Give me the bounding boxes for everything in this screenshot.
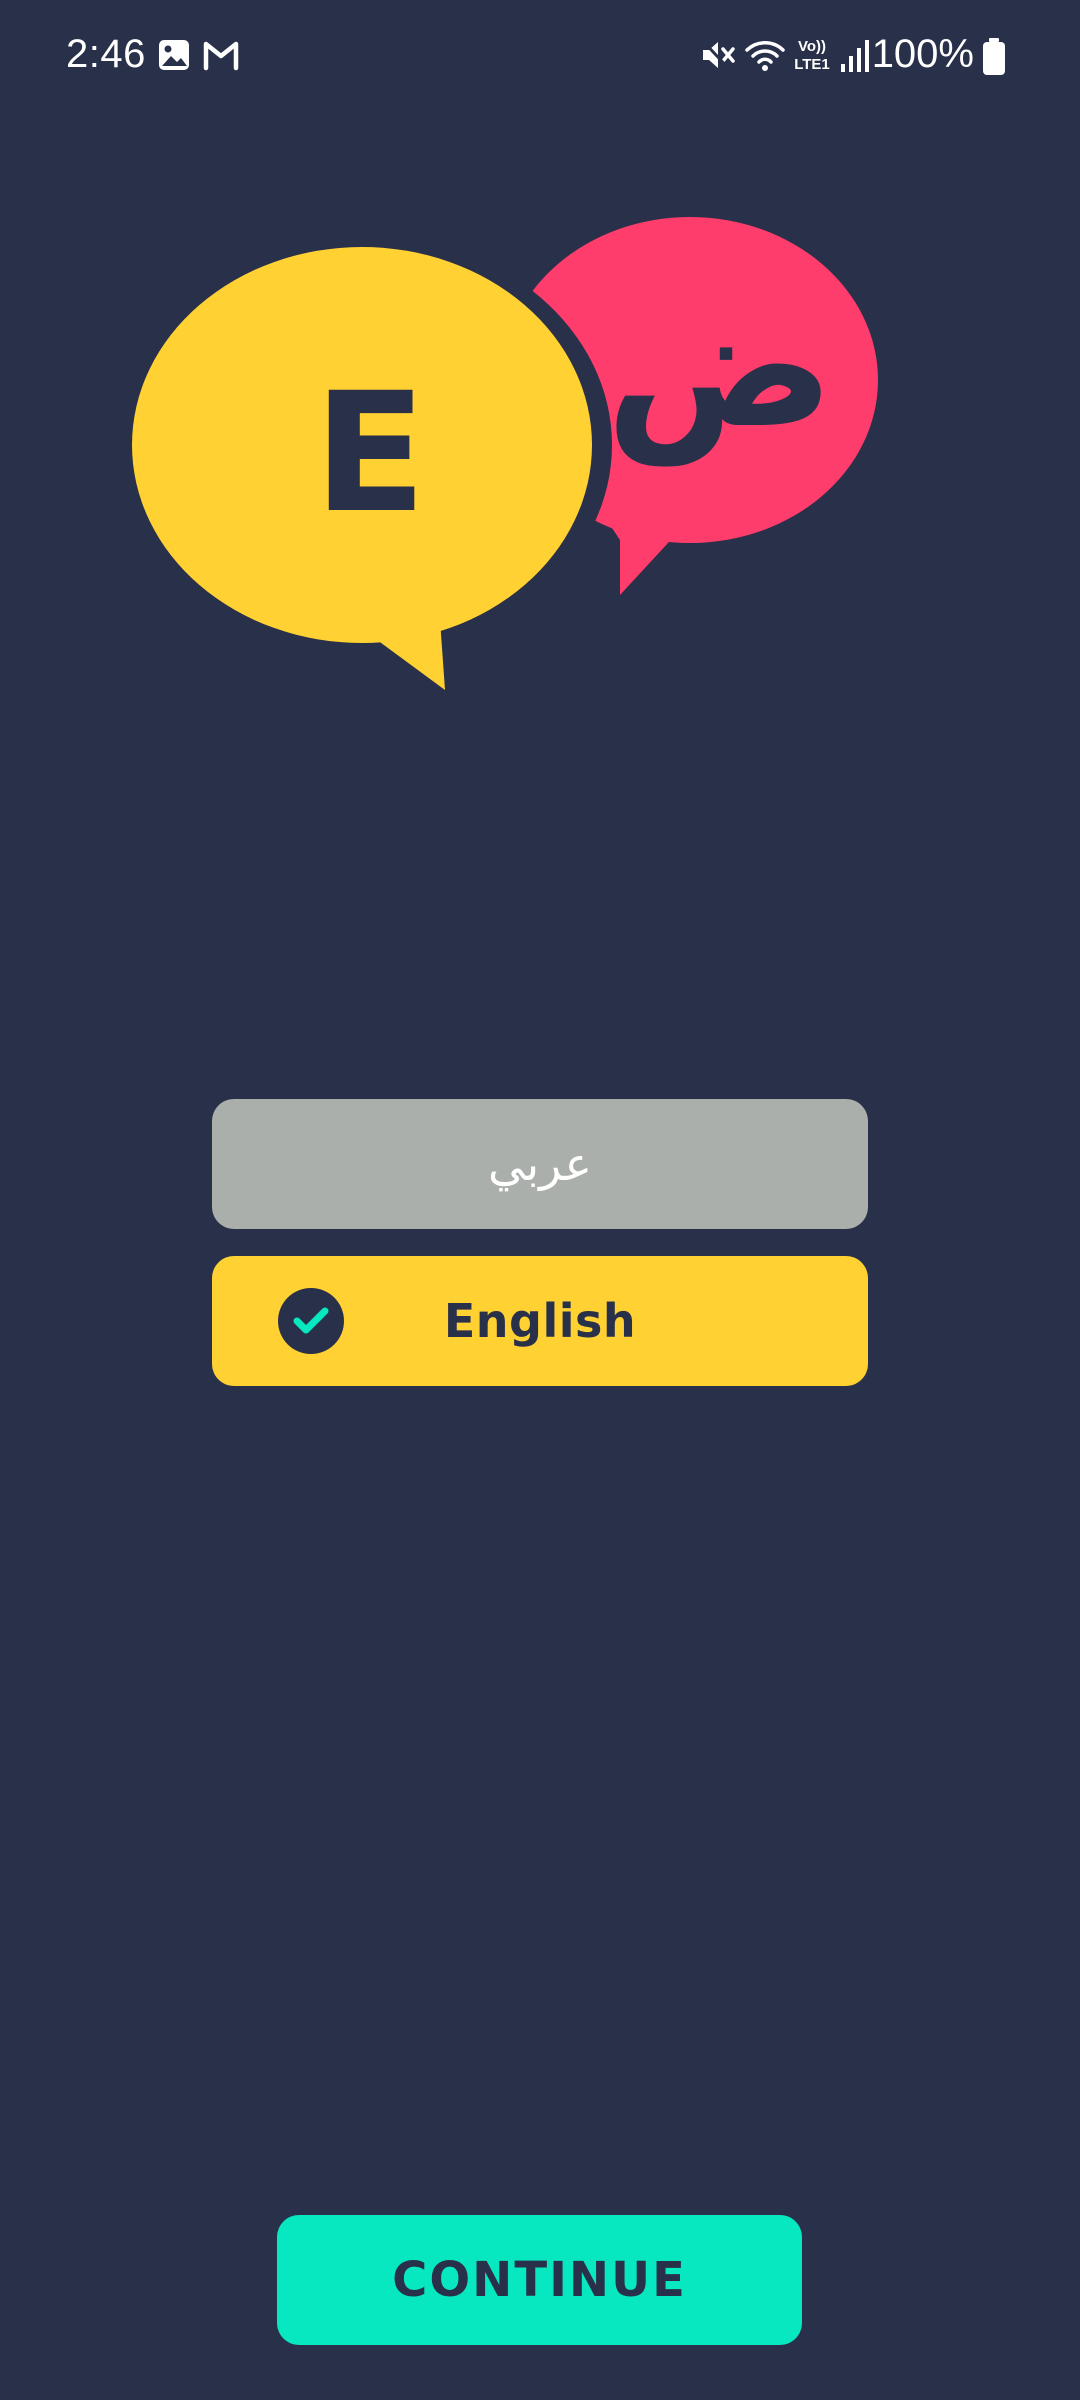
gallery-icon [159, 40, 189, 70]
language-option-label: عربي [488, 1137, 592, 1191]
language-option-arabic[interactable]: عربي [212, 1099, 868, 1229]
battery-icon [983, 38, 1005, 75]
gmail-icon [203, 41, 239, 71]
app-logo: E ض [120, 217, 878, 690]
selected-check-icon [278, 1288, 344, 1354]
status-bar: 2:46 Vo)) LTE1 100% [0, 0, 1080, 120]
continue-button-label: CONTINUE [392, 2252, 687, 2308]
english-bubble-letter: E [314, 357, 427, 549]
network-type-label: Vo)) LTE1 [794, 38, 830, 73]
arabic-bubble-letter: ض [606, 268, 835, 467]
status-time: 2:46 [66, 32, 146, 76]
mute-icon [700, 38, 735, 72]
signal-icon [841, 40, 869, 72]
language-option-english[interactable]: English [212, 1256, 868, 1386]
language-option-label: English [443, 1294, 637, 1348]
battery-percent: 100% [871, 32, 974, 76]
continue-button[interactable]: CONTINUE [277, 2215, 802, 2345]
wifi-icon [745, 41, 785, 71]
